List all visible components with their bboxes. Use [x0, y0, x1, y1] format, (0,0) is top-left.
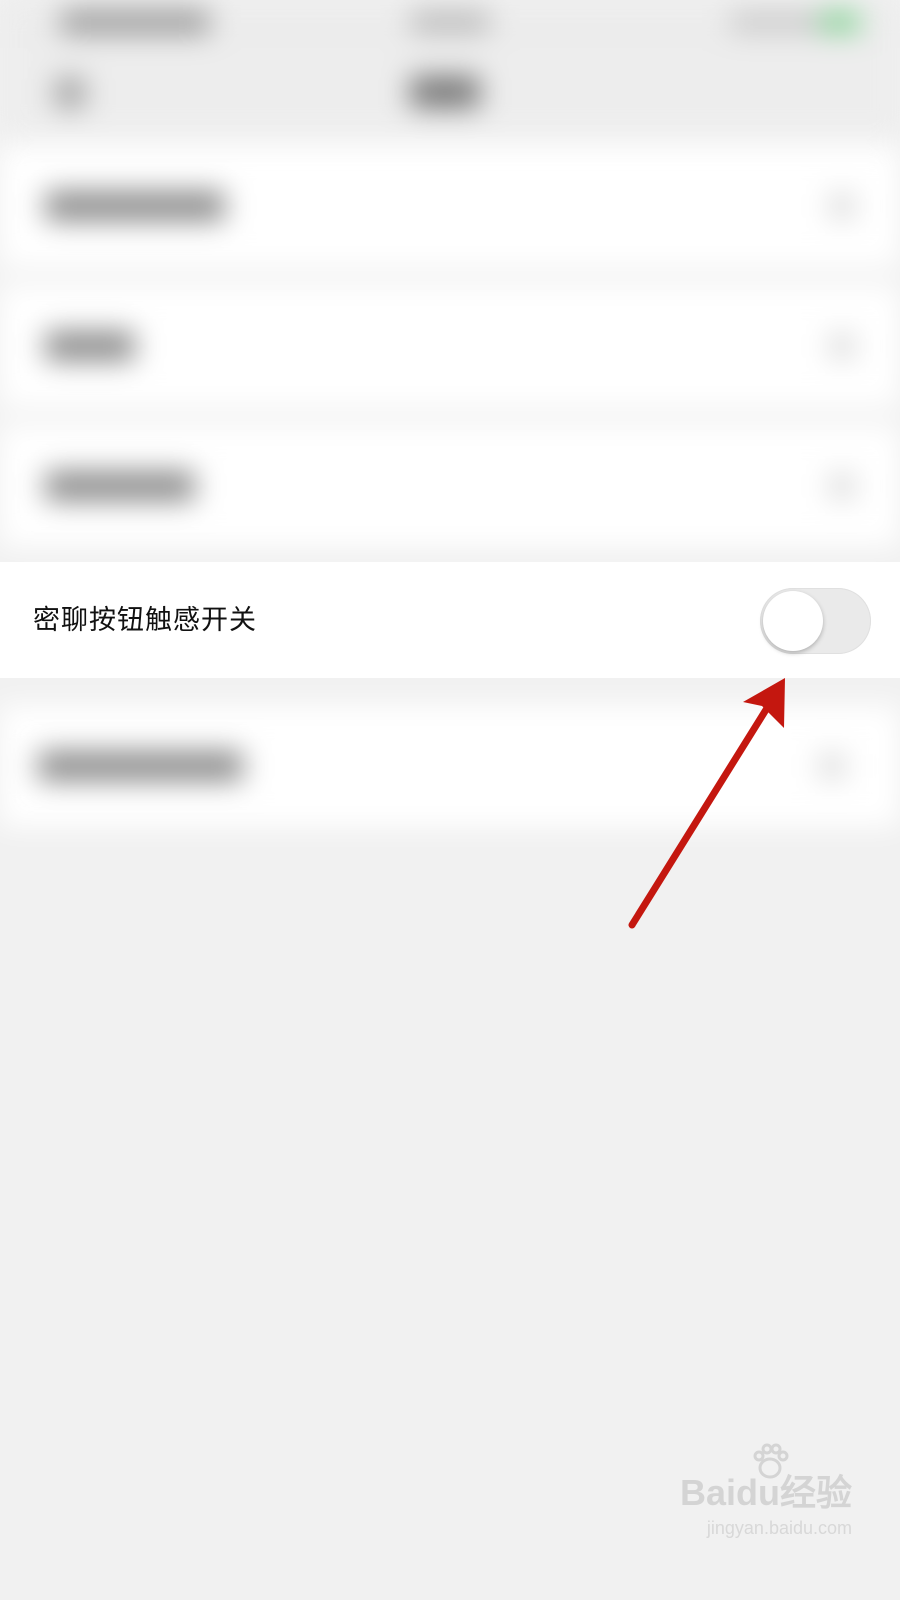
setting-label: 密聊按钮触感开关	[33, 605, 257, 636]
chevron-right-icon	[829, 473, 855, 499]
row-label-blurred	[38, 751, 243, 781]
paw-icon	[753, 1443, 789, 1479]
watermark-url: jingyan.baidu.com	[706, 1518, 852, 1538]
settings-row-blurred-1[interactable]	[0, 145, 900, 267]
blurred-background	[0, 0, 900, 1600]
status-bar	[0, 0, 900, 48]
baidu-jingyan-watermark: Baidu经验 jingyan.baidu.com	[672, 1443, 852, 1564]
nav-bar	[0, 48, 900, 138]
row-label-blurred	[45, 471, 195, 501]
settings-row-secret-chat-haptic[interactable]: 密聊按钮触感开关	[0, 562, 900, 678]
chevron-right-icon	[829, 333, 855, 359]
toggle-knob	[763, 591, 823, 651]
haptic-toggle-switch[interactable]	[760, 588, 871, 654]
back-icon[interactable]	[55, 78, 85, 108]
battery-icon	[820, 12, 860, 32]
settings-row-blurred-4[interactable]	[0, 705, 900, 827]
page-title-blurred	[410, 76, 480, 108]
settings-row-blurred-3[interactable]	[0, 425, 900, 547]
settings-row-blurred-2[interactable]	[0, 285, 900, 407]
status-center-blurred	[410, 12, 490, 32]
row-label-blurred	[45, 191, 225, 221]
chevron-right-icon	[829, 193, 855, 219]
row-label-blurred	[45, 331, 135, 361]
status-time-blurred	[60, 10, 210, 34]
chevron-right-icon	[819, 753, 845, 779]
